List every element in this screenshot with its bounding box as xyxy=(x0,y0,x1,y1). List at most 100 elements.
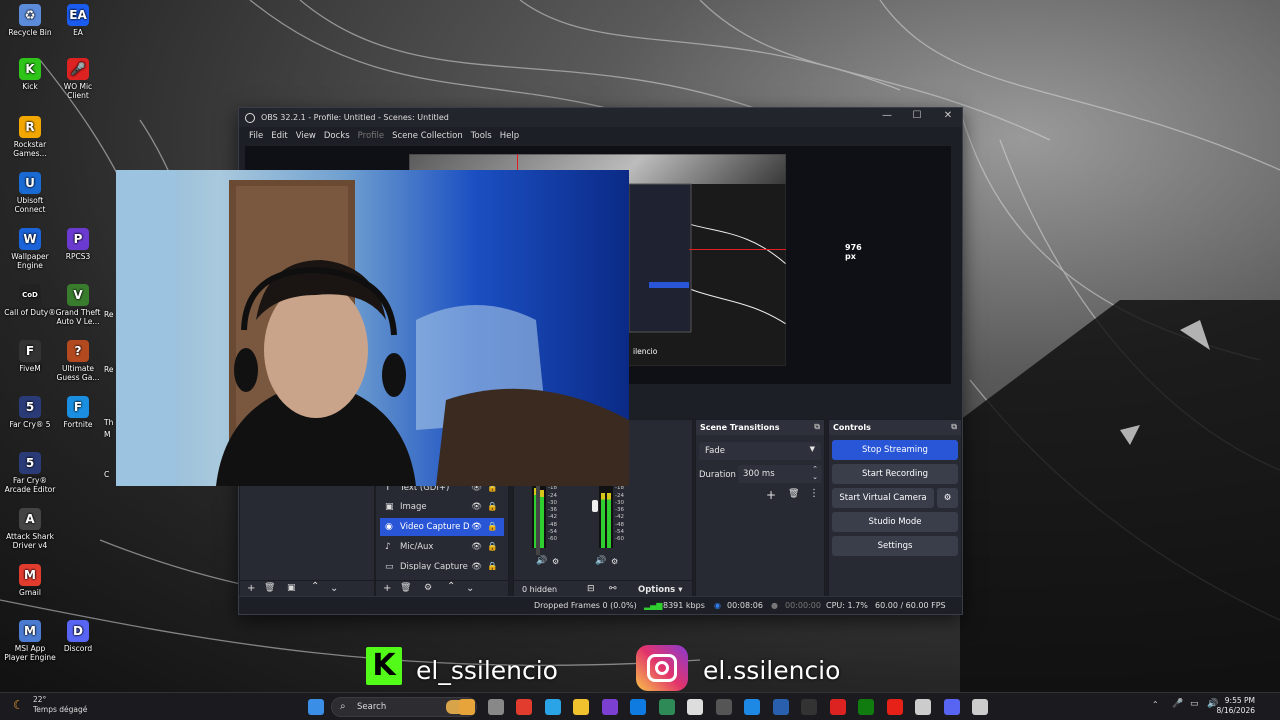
volume-slider-handle-2[interactable] xyxy=(592,500,598,512)
transition-more-icon[interactable]: ⋮ xyxy=(809,488,819,499)
options-button[interactable]: Options ▾ xyxy=(638,585,682,595)
taskbar-app-icon[interactable] xyxy=(687,699,703,715)
dock-popout-icon[interactable]: ⧉ xyxy=(951,422,957,432)
taskbar-app-icon[interactable] xyxy=(487,699,504,715)
desktop-icon[interactable]: F Fortnite xyxy=(52,396,104,429)
visibility-eye-icon[interactable]: 👁 xyxy=(471,518,482,536)
tray-network-icon[interactable]: ▭ xyxy=(1190,699,1199,709)
mixer-settings-icon[interactable]: ⚙ xyxy=(611,557,618,566)
scene-filter-icon[interactable]: ▣ xyxy=(287,583,296,593)
desktop-icon[interactable]: EA EA xyxy=(52,4,104,37)
mute-speaker-icon[interactable]: 🔊 xyxy=(595,556,606,566)
menu-help[interactable]: Help xyxy=(496,131,523,141)
start-virtual-camera-button[interactable]: Start Virtual Camera xyxy=(832,488,934,508)
desktop-icon[interactable]: D Discord xyxy=(52,620,104,653)
minimize-button[interactable]: — xyxy=(879,110,895,121)
lock-icon[interactable]: 🔒 xyxy=(487,558,498,570)
desktop-icon[interactable]: ? Ultimate Guess Ga... xyxy=(52,340,104,382)
windows-start-icon[interactable] xyxy=(308,699,324,715)
remove-source-icon[interactable]: 🗑 xyxy=(400,583,411,593)
menu-tools[interactable]: Tools xyxy=(467,131,496,141)
mixer-settings-icon[interactable]: ⚙ xyxy=(552,557,559,566)
transition-select[interactable]: Fade ▼ xyxy=(699,442,821,460)
source-properties-icon[interactable]: ⚙ xyxy=(424,583,432,593)
taskbar-app-icon[interactable] xyxy=(715,699,732,715)
menu-view[interactable]: View xyxy=(292,131,320,141)
weather-icon[interactable]: ☾ xyxy=(13,698,24,712)
desktop-icon[interactable]: 5 Far Cry® 5 xyxy=(4,396,56,429)
desktop-icon[interactable]: W Wallpaper Engine xyxy=(4,228,56,270)
desktop-icon[interactable]: M MSI App Player Engine xyxy=(4,620,56,662)
taskbar-app-icon[interactable] xyxy=(772,699,789,715)
visibility-eye-icon[interactable]: 👁 xyxy=(471,558,482,570)
settings-button[interactable]: Settings xyxy=(832,536,958,556)
taskbar-app-icon[interactable] xyxy=(630,699,646,715)
visibility-eye-icon[interactable]: 👁 xyxy=(471,538,482,556)
desktop-icon[interactable]: U Ubisoft Connect xyxy=(4,172,56,214)
taskbar-app-icon[interactable] xyxy=(858,699,874,715)
menu-scene-collection[interactable]: Scene Collection xyxy=(388,131,467,141)
lock-icon[interactable]: 🔒 xyxy=(487,538,498,556)
taskbar-app-icon[interactable] xyxy=(829,699,846,715)
menu-file[interactable]: File xyxy=(245,131,267,141)
add-source-button[interactable]: + xyxy=(383,583,391,594)
link-icon[interactable]: ⚯ xyxy=(609,584,617,594)
add-scene-button[interactable]: + xyxy=(247,583,255,594)
taskbar-app-icon[interactable] xyxy=(573,699,589,715)
lock-icon[interactable]: 🔒 xyxy=(487,498,498,516)
desktop-icon[interactable]: R Rockstar Games... xyxy=(4,116,56,158)
taskbar-app-icon[interactable] xyxy=(601,699,618,715)
dock-popout-icon[interactable]: ⧉ xyxy=(814,422,820,432)
taskbar-app-icon[interactable] xyxy=(658,699,675,715)
menu-edit[interactable]: Edit xyxy=(267,131,291,141)
desktop-icon[interactable]: M Gmail xyxy=(4,564,56,597)
duration-input[interactable]: 300 ms ⌃ ⌄ xyxy=(738,465,822,483)
taskbar-app-icon[interactable] xyxy=(915,699,931,715)
maximize-button[interactable]: ☐ xyxy=(909,110,925,121)
desktop-icon[interactable]: F FiveM xyxy=(4,340,56,373)
menu-docks[interactable]: Docks xyxy=(320,131,354,141)
stop-streaming-button[interactable]: Stop Streaming xyxy=(832,440,958,460)
tray-mic-icon[interactable]: 🎤 xyxy=(1172,699,1183,709)
taskbar-app-icon[interactable] xyxy=(943,699,960,715)
desktop-icon[interactable]: 🎤 WO Mic Client xyxy=(52,58,104,100)
studio-mode-button[interactable]: Studio Mode xyxy=(832,512,958,532)
source-down-icon[interactable]: ⌄ xyxy=(466,583,474,594)
scene-down-icon[interactable]: ⌄ xyxy=(330,583,338,594)
weather-widget[interactable]: 22° Temps dégagé xyxy=(33,695,87,715)
start-recording-button[interactable]: Start Recording xyxy=(832,464,958,484)
source-item-video-capture[interactable]: ◉ Video Capture D 👁 🔒 xyxy=(380,518,504,536)
lock-icon[interactable]: 🔒 xyxy=(487,518,498,536)
taskbar-app-icon[interactable] xyxy=(459,699,475,715)
scene-up-icon[interactable]: ⌃ xyxy=(311,581,319,592)
desktop-icon[interactable]: P RPCS3 xyxy=(52,228,104,261)
visibility-eye-icon[interactable]: 👁 xyxy=(471,498,482,516)
desktop-icon[interactable]: 5 Far Cry® Arcade Editor xyxy=(4,452,56,494)
close-button[interactable]: ✕ xyxy=(940,110,956,121)
virtual-camera-settings-icon[interactable]: ⚙ xyxy=(937,488,958,508)
remove-transition-icon[interactable]: 🗑 xyxy=(788,489,799,499)
add-transition-button[interactable]: + xyxy=(766,488,776,502)
mixer-layout-icon[interactable]: ⊟ xyxy=(587,584,595,594)
taskbar-app-icon[interactable] xyxy=(886,699,903,715)
clock[interactable]: 9:55 PM 8/16/2026 xyxy=(1217,696,1255,716)
mute-speaker-icon[interactable]: 🔊 xyxy=(536,556,547,566)
desktop-icon[interactable]: CoD Call of Duty® xyxy=(4,284,56,317)
source-item-image[interactable]: ▣ Image 👁 🔒 xyxy=(380,498,504,516)
source-up-icon[interactable]: ⌃ xyxy=(447,581,455,592)
source-item-display-capture[interactable]: ▭ Display Capture 👁 🔒 xyxy=(380,558,504,570)
source-item-mic[interactable]: ♪ Mic/Aux 👁 🔒 xyxy=(380,538,504,556)
spin-arrows-icon[interactable]: ⌃ ⌄ xyxy=(812,465,818,481)
desktop-icon[interactable]: A Attack Shark Driver v4 xyxy=(4,508,56,550)
menu-profile[interactable]: Profile xyxy=(354,131,388,141)
taskbar-app-icon[interactable] xyxy=(744,699,760,715)
volume-slider-1[interactable] xyxy=(536,475,540,555)
taskbar-app-icon[interactable] xyxy=(801,699,817,715)
search-box[interactable]: ⌕ Search xyxy=(331,697,477,717)
title-bar[interactable]: OBS 32.2.1 - Profile: Untitled - Scenes:… xyxy=(239,108,962,127)
desktop-icon[interactable]: ♻ Recycle Bin xyxy=(4,4,56,37)
taskbar-app-icon[interactable] xyxy=(972,699,988,715)
remove-scene-icon[interactable]: 🗑 xyxy=(264,583,275,593)
taskbar-app-icon[interactable] xyxy=(516,699,532,715)
desktop-icon[interactable]: K Kick xyxy=(4,58,56,91)
